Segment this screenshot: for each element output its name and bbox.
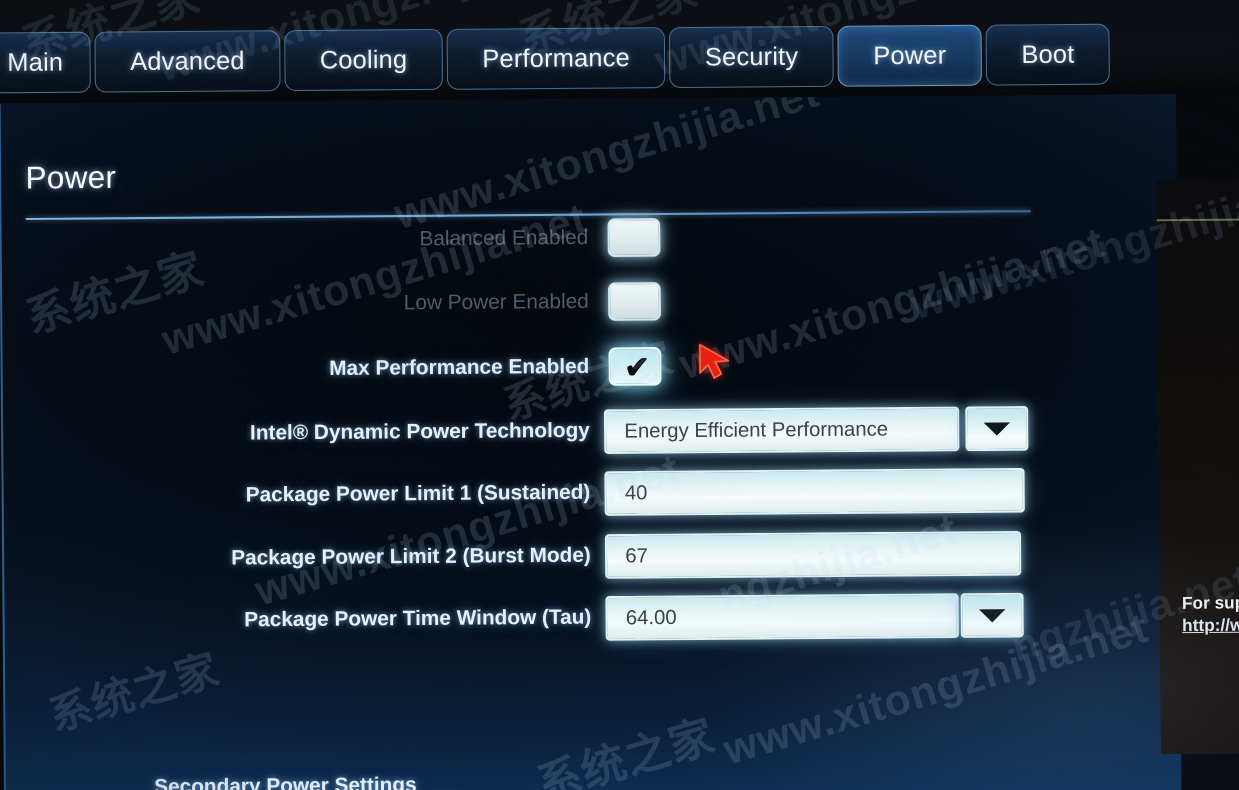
tab-advanced[interactable]: Advanced <box>94 30 281 93</box>
tab-label: Security <box>704 41 799 72</box>
label-package-power-time-window: Package Power Time Window (Tau) <box>244 605 592 632</box>
combobox-value: 64.00 <box>625 606 677 629</box>
tab-label: Main <box>7 47 64 77</box>
secondary-power-settings-link[interactable]: Secondary Power Settings <box>154 773 417 790</box>
row-package-power-time-window[interactable]: Package Power Time Window (Tau) 64.00 <box>4 592 1180 643</box>
chevron-down-icon <box>978 608 1006 623</box>
bios-setup-screen: Main Advanced Cooling Performance Securi… <box>0 0 1239 790</box>
tab-label: Boot <box>1021 39 1075 69</box>
row-balanced-enabled[interactable]: Balanced Enabled <box>2 213 1178 263</box>
tab-cooling[interactable]: Cooling <box>284 28 444 92</box>
tab-main[interactable]: Main <box>0 31 91 94</box>
tab-security[interactable]: Security <box>669 25 835 89</box>
checkbox-max-performance-enabled[interactable]: ✔ <box>608 346 662 386</box>
tab-label: Cooling <box>319 44 408 75</box>
row-intel-dynamic-power-technology[interactable]: Intel® Dynamic Power Technology Energy E… <box>3 406 1179 456</box>
tab-boot[interactable]: Boot <box>985 23 1111 86</box>
check-icon: ✔ <box>624 351 650 385</box>
screen-tilt-wrapper: Main Advanced Cooling Performance Securi… <box>0 0 1239 790</box>
tab-label: Advanced <box>130 46 245 76</box>
chevron-down-icon <box>983 421 1011 436</box>
tab-bar: Main Advanced Cooling Performance Securi… <box>0 0 1239 104</box>
row-package-power-limit-2[interactable]: Package Power Limit 2 (Burst Mode) 67 <box>4 530 1180 581</box>
label-max-performance-enabled: Max Performance Enabled <box>329 354 590 381</box>
textfield-value: 40 <box>624 481 648 505</box>
row-low-power-enabled[interactable]: Low Power Enabled <box>2 277 1178 327</box>
tab-performance[interactable]: Performance <box>446 27 666 90</box>
row-max-performance-enabled[interactable]: Max Performance Enabled ✔ <box>3 342 1179 392</box>
combobox-package-power-time-window-toggle[interactable] <box>960 592 1024 638</box>
help-panel-url-link[interactable]: http://w <box>1182 614 1239 636</box>
checkbox-low-power-enabled[interactable] <box>607 282 662 321</box>
tab-label: Performance <box>482 43 630 73</box>
label-package-power-limit-2: Package Power Limit 2 (Burst Mode) <box>231 543 591 570</box>
combobox-intel-dynamic-power-technology[interactable]: Energy Efficient Performance <box>603 406 960 454</box>
watermark: 系统之家 <box>43 643 225 742</box>
textfield-value: 67 <box>625 544 649 568</box>
label-package-power-limit-1: Package Power Limit 1 (Sustained) <box>245 480 591 507</box>
tab-power[interactable]: Power <box>837 24 983 87</box>
combobox-value: Energy Efficient Performance <box>624 417 889 443</box>
watermark: 系统之家 <box>531 709 722 790</box>
textfield-package-power-limit-2[interactable]: 67 <box>604 530 1022 579</box>
checkbox-balanced-enabled[interactable] <box>607 218 661 258</box>
help-panel-text: For sup <box>1181 593 1239 613</box>
combobox-intel-dynamic-power-technology-toggle[interactable] <box>965 406 1029 452</box>
help-panel-divider <box>1156 218 1239 222</box>
power-settings-panel: Power Balanced Enabled Low Power Enabled… <box>0 94 1182 790</box>
page-title: Power <box>25 159 117 196</box>
label-balanced-enabled: Balanced Enabled <box>419 225 589 251</box>
combobox-package-power-time-window[interactable]: 64.00 <box>605 593 959 641</box>
textfield-package-power-limit-1[interactable]: 40 <box>604 467 1025 516</box>
label-intel-dynamic-power-technology: Intel® Dynamic Power Technology <box>249 418 590 445</box>
row-package-power-limit-1[interactable]: Package Power Limit 1 (Sustained) 40 <box>4 467 1180 518</box>
help-panel: For sup http://w <box>1156 179 1239 755</box>
tab-label: Power <box>873 40 947 70</box>
label-low-power-enabled: Low Power Enabled <box>403 289 589 315</box>
tab-strip: Main Advanced Cooling Performance Securi… <box>0 23 1111 94</box>
